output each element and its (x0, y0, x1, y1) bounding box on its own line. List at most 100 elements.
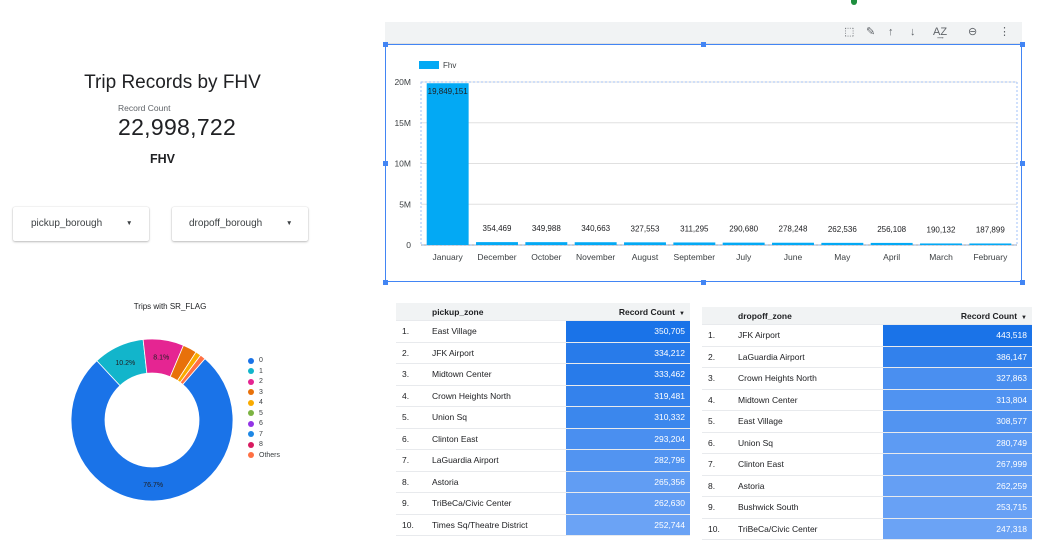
table-row[interactable]: 4. Crown Heights North 319,481 (396, 385, 690, 407)
bar-chart[interactable]: Fhv 0 5M 10M 15M 20M 19,849,151 January 354,469 D… (385, 44, 1022, 282)
bar[interactable] (476, 242, 518, 245)
bar[interactable] (920, 243, 962, 245)
table-row[interactable]: 7. LaGuardia Airport 282,796 (396, 449, 690, 472)
resize-handle[interactable] (1019, 160, 1025, 166)
table-row[interactable]: 1. JFK Airport 443,518 (702, 324, 1032, 347)
table-row[interactable]: 2. JFK Airport 334,212 (396, 342, 690, 364)
bar-value-label: 354,469 (483, 224, 512, 233)
legend-dot (248, 399, 254, 406)
donut-chart[interactable]: 10.2% 8.1% 76.7% (0, 0, 340, 554)
table-row[interactable]: 10. TriBeCa/Civic Center 247,318 (702, 518, 1032, 540)
table-row[interactable]: 2. LaGuardia Airport 386,147 (702, 346, 1032, 368)
slice-label: 10.2% (115, 360, 135, 367)
table-row[interactable]: 6. Union Sq 280,749 (702, 432, 1032, 454)
bar[interactable] (870, 242, 913, 245)
header-record-count[interactable]: Record Count ▼ (566, 303, 690, 321)
legend-swatch (419, 61, 439, 69)
table-row[interactable]: 1. East Village 350,705 (396, 320, 690, 343)
resize-handle[interactable] (1019, 41, 1025, 47)
resize-handle[interactable] (382, 41, 388, 47)
zoom-icon[interactable]: ⊖ (968, 25, 977, 39)
pickup-zone-table: pickup_zone Record Count ▼ 1. East Village… (396, 303, 690, 536)
table-row[interactable]: 8. Astoria 265,356 (396, 471, 690, 493)
table-row[interactable]: 9. Bushwick South 253,715 (702, 496, 1032, 519)
row-index: 7. (702, 453, 738, 476)
edit-icon[interactable]: ✎ (866, 25, 875, 39)
legend-dot (248, 410, 254, 416)
legend-item[interactable]: 1 (248, 368, 263, 375)
bar[interactable] (722, 242, 765, 245)
sort-az-icon[interactable]: A͢Z (933, 25, 947, 39)
x-tick-label: September (674, 252, 716, 262)
legend-item[interactable]: 8 (248, 441, 263, 448)
table-row[interactable]: 5. Union Sq 310,332 (396, 406, 690, 429)
resize-handle[interactable] (701, 41, 706, 47)
bar[interactable] (525, 242, 568, 245)
header-dropoff-zone[interactable]: dropoff_zone (738, 307, 883, 325)
table-row[interactable]: 3. Crown Heights North 327,863 (702, 367, 1032, 390)
legend-dot (248, 452, 254, 458)
table-row[interactable]: 3. Midtown Center 333,462 (396, 363, 690, 386)
table-row[interactable]: 5. East Village 308,577 (702, 410, 1032, 433)
header-index (702, 307, 738, 325)
table-row[interactable]: 4. Midtown Center 313,804 (702, 389, 1032, 411)
table-row[interactable]: 7. Clinton East 267,999 (702, 453, 1032, 476)
record-count-cell: 334,212 (566, 342, 690, 364)
zone-cell: LaGuardia Airport (738, 346, 883, 368)
legend-item[interactable]: 2 (248, 378, 263, 385)
bar[interactable] (426, 83, 469, 245)
record-count-cell: 350,705 (566, 320, 690, 343)
table-row[interactable]: 10. Times Sq/Theatre District 252,744 (396, 514, 690, 536)
legend-item[interactable]: 5 (248, 410, 263, 417)
dropoff-zone-table: dropoff_zone Record Count ▼ 1. JFK Airport… (702, 307, 1032, 540)
table-row[interactable]: 8. Astoria 262,259 (702, 475, 1032, 497)
legend-item[interactable]: 3 (248, 389, 263, 396)
row-index: 2. (702, 346, 738, 368)
sort-down-icon[interactable]: ↓ (910, 25, 916, 39)
select-icon[interactable]: ⬚ (844, 25, 854, 39)
zone-cell: Union Sq (738, 432, 883, 454)
zone-cell: Clinton East (432, 428, 566, 450)
sort-up-icon[interactable]: ↑ (888, 25, 894, 39)
legend-item[interactable]: Others (248, 452, 280, 459)
resize-handle[interactable] (701, 279, 706, 285)
record-count-cell: 262,630 (566, 492, 690, 515)
record-count-cell: 252,744 (566, 514, 690, 536)
record-count-cell: 319,481 (566, 385, 690, 407)
bar[interactable] (772, 242, 814, 245)
header-pickup-zone-label: pickup_zone (432, 306, 484, 317)
donut-slice[interactable] (70, 358, 234, 502)
legend-item[interactable]: 7 (248, 431, 263, 438)
header-pickup-zone[interactable]: pickup_zone (432, 303, 566, 321)
x-tick-label: March (929, 252, 953, 262)
zone-cell: Union Sq (432, 406, 566, 429)
legend-item[interactable]: 6 (248, 420, 263, 427)
y-tick-label: 15M (394, 118, 411, 128)
x-tick-label: October (531, 252, 561, 262)
bar[interactable] (821, 242, 864, 245)
resize-handle[interactable] (382, 279, 388, 285)
legend-label: 0 (259, 357, 263, 364)
resize-handle[interactable] (1019, 279, 1025, 285)
record-count-cell: 386,147 (883, 346, 1032, 368)
legend-dot (248, 441, 254, 448)
x-tick-label: December (477, 252, 516, 262)
row-index: 6. (396, 428, 432, 450)
legend-dot (248, 420, 254, 427)
table-row[interactable]: 9. TriBeCa/Civic Center 262,630 (396, 492, 690, 515)
resize-handle[interactable] (382, 160, 388, 166)
table-row[interactable]: 6. Clinton East 293,204 (396, 428, 690, 450)
more-icon[interactable]: ⋮ (999, 25, 1010, 39)
x-tick-label: April (883, 252, 900, 262)
legend-dot (248, 378, 254, 385)
table-header-row: dropoff_zone Record Count ▼ (702, 307, 1032, 325)
bar[interactable] (574, 242, 617, 245)
header-record-count[interactable]: Record Count ▼ (883, 307, 1032, 325)
bar[interactable] (673, 242, 716, 245)
bar[interactable] (624, 242, 666, 245)
bar[interactable] (969, 243, 1012, 245)
legend-item[interactable]: 4 (248, 399, 263, 406)
row-index: 1. (396, 320, 432, 343)
record-count-cell: 267,999 (883, 453, 1032, 476)
legend-item[interactable]: 0 (248, 357, 263, 364)
